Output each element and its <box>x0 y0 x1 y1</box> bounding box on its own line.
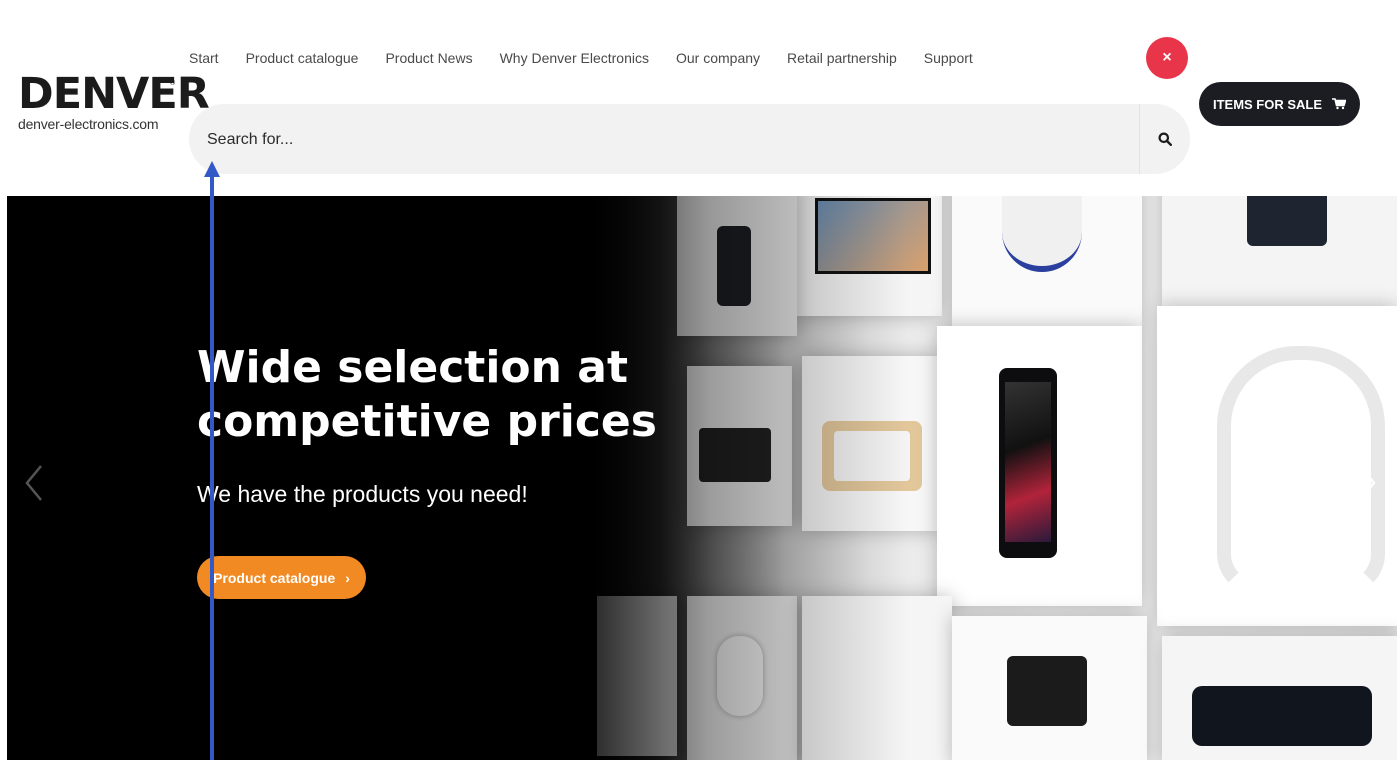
hero-subline: We have the products you need! <box>197 481 528 507</box>
left-frame-edge <box>0 0 7 760</box>
chevron-right-small-icon: › <box>345 569 350 586</box>
cart-icon <box>1332 98 1347 110</box>
denver-logo[interactable]: DENVER ® denver-electronics.com <box>18 69 210 132</box>
slider-prev-button[interactable] <box>19 458 49 508</box>
nav-item-start[interactable]: Start <box>189 50 219 66</box>
nav-item-product-news[interactable]: Product News <box>385 50 472 66</box>
product-tile-camera <box>687 596 797 760</box>
nav-item-support[interactable]: Support <box>924 50 973 66</box>
product-tile-denver-device <box>952 196 1142 326</box>
hero-headline: Wide selection at competitive prices <box>197 341 717 449</box>
nav-item-retail-partnership[interactable]: Retail partnership <box>787 50 897 66</box>
product-tile-ereader <box>597 596 677 756</box>
product-catalogue-button[interactable]: Product catalogue › <box>197 556 366 599</box>
search-icon <box>1158 132 1172 146</box>
hero-headline-line2: competitive prices <box>197 396 657 447</box>
cta-label: Product catalogue <box>213 569 336 586</box>
close-icon: × <box>1162 49 1172 66</box>
nav-item-product-catalogue[interactable]: Product catalogue <box>246 50 359 66</box>
search-input[interactable] <box>205 122 1129 158</box>
search-bar <box>189 104 1190 174</box>
main-nav: Start Product catalogue Product News Why… <box>189 50 1000 66</box>
hero-headline-line1: Wide selection at <box>197 342 629 393</box>
product-tile-bluetooth-speaker <box>1162 196 1397 306</box>
nav-item-our-company[interactable]: Our company <box>676 50 760 66</box>
logo-wordmark: DENVER <box>18 69 210 119</box>
items-for-sale-label: ITEMS FOR SALE <box>1212 96 1323 112</box>
product-tile-smartphone <box>937 326 1142 606</box>
product-tile-radio <box>802 356 942 531</box>
items-for-sale-button[interactable]: ITEMS FOR SALE <box>1199 82 1360 126</box>
logo-registered-mark: ® <box>170 80 176 87</box>
product-tile-action-cam <box>952 616 1147 760</box>
slider-next-button[interactable] <box>1352 458 1382 508</box>
product-tile-tv <box>797 196 942 316</box>
cursor-arrow-line <box>210 170 214 760</box>
close-button[interactable]: × <box>1146 37 1188 79</box>
product-tile-drone <box>802 596 952 760</box>
nav-item-why-denver[interactable]: Why Denver Electronics <box>500 50 649 66</box>
product-tile-soundbar <box>1162 636 1397 760</box>
hero-slider: Wide selection at competitive prices We … <box>7 196 1397 760</box>
chevron-left-icon <box>25 465 42 501</box>
product-tile-speaker-top <box>677 196 797 336</box>
logo-url: denver-electronics.com <box>18 116 159 132</box>
search-button[interactable] <box>1140 104 1190 174</box>
chevron-right-icon <box>1359 465 1376 501</box>
